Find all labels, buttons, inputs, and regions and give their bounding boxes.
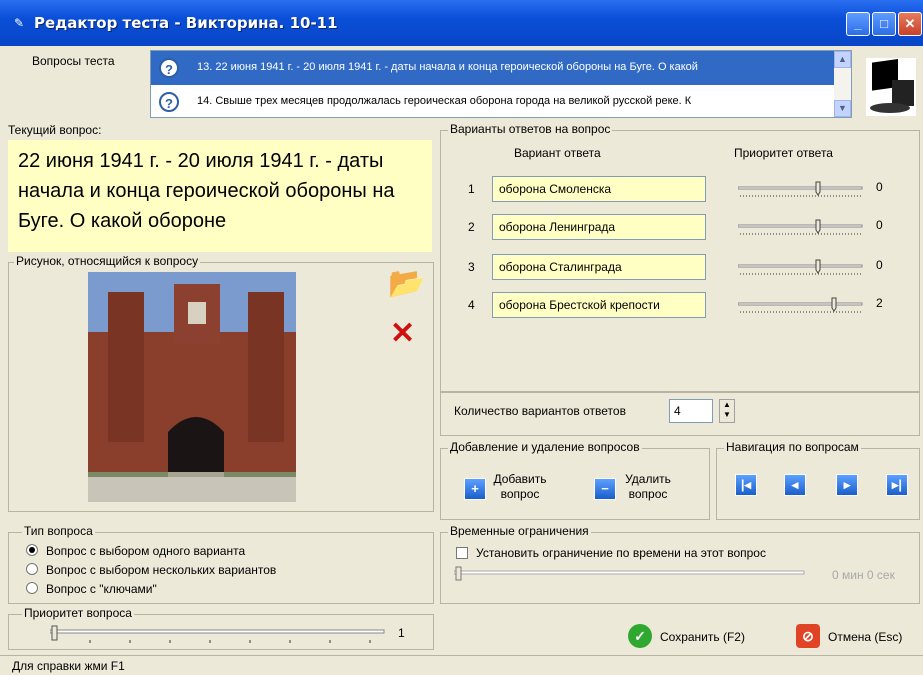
current-question-text[interactable]: 22 июня 1941 г. - 20 июля 1941 г. - даты… [8, 140, 432, 252]
answer-priority-value: 0 [876, 258, 883, 272]
answer-number: 4 [468, 298, 475, 312]
time-limit-checkbox-label: Установить ограничение по времени на это… [476, 546, 766, 560]
answer-priority-slider[interactable] [738, 180, 864, 200]
scroll-up-button[interactable]: ▲ [834, 51, 851, 68]
save-button[interactable]: Сохранить (F2) [660, 630, 745, 644]
remove-question-button[interactable]: Удалить вопрос [618, 472, 678, 502]
variant-count-label: Количество вариантов ответов [454, 404, 626, 418]
answer-number: 3 [468, 260, 475, 274]
question-priority-value: 1 [398, 626, 405, 640]
time-limit-slider[interactable] [454, 566, 814, 586]
answer-row: 1 оборона Смоленска 0 [454, 176, 894, 204]
navigation-label: Навигация по вопросам [724, 440, 861, 454]
answer-priority-slider[interactable] [738, 218, 864, 238]
current-question-label: Текущий вопрос: [8, 123, 102, 137]
question-item-selected[interactable]: ? 13. 22 июня 1941 г. - 20 июля 1941 г. … [151, 51, 835, 85]
status-bar: Для справки жми F1 [0, 655, 923, 675]
priority-column-header: Приоритет ответа [734, 146, 833, 160]
scroll-down-button[interactable]: ▼ [834, 100, 851, 117]
folder-open-icon[interactable]: 📂 [388, 266, 425, 301]
editor-window: ✎ Редактор теста - Викторина. 10-11 _ □ … [0, 0, 923, 675]
answer-input[interactable]: оборона Брестской крепости [492, 292, 706, 318]
answer-priority-value: 0 [876, 218, 883, 232]
answer-number: 1 [468, 182, 475, 196]
radio-multi-choice[interactable]: Вопрос с выбором нескольких вариантов [26, 563, 276, 577]
last-question-icon[interactable]: ▸| [886, 474, 908, 496]
question-icon: ? [159, 92, 179, 112]
computer-test-icon [866, 58, 916, 116]
answers-label: Варианты ответов на вопрос [448, 122, 613, 136]
answer-input[interactable]: оборона Смоленска [492, 176, 706, 202]
answer-input[interactable]: оборона Ленинграда [492, 214, 706, 240]
app-icon: ✎ [14, 16, 25, 30]
remove-question-icon[interactable]: − [594, 478, 616, 500]
answer-row: 3 оборона Сталинграда 0 [454, 254, 894, 282]
next-question-icon[interactable]: ▸ [836, 474, 858, 496]
add-question-icon[interactable]: + [464, 478, 486, 500]
add-question-button[interactable]: Добавить вопрос [490, 472, 550, 502]
answer-priority-slider[interactable] [738, 258, 864, 278]
question-item[interactable]: ? 14. Свыше трех месяцев продолжалась ге… [151, 85, 835, 117]
question-priority-label: Приоритет вопроса [22, 606, 134, 620]
maximize-button[interactable]: □ [872, 12, 896, 36]
questions-scrollbar[interactable]: ▲ ▼ [834, 51, 851, 117]
answer-priority-slider[interactable] [738, 296, 864, 316]
radio-keys[interactable]: Вопрос с "ключами" [26, 582, 157, 596]
close-button[interactable]: ✕ [898, 12, 922, 36]
question-icon: ? [159, 58, 179, 78]
answer-input[interactable]: оборона Сталинграда [492, 254, 706, 280]
cancel-button[interactable]: Отмена (Esc) [828, 630, 902, 644]
time-limit-readout: 0 мин 0 сек [832, 568, 895, 582]
prev-question-icon[interactable]: ◂ [784, 474, 806, 496]
window-title: Редактор теста - Викторина. 10-11 [34, 14, 338, 32]
answer-row: 4 оборона Брестской крепости 2 [454, 292, 894, 320]
questions-label: Вопросы теста [32, 54, 115, 68]
picture-label: Рисунок, относящийся к вопросу [14, 254, 201, 268]
answer-priority-value: 2 [876, 296, 883, 310]
time-limit-checkbox[interactable] [456, 547, 468, 559]
question-priority-slider[interactable] [50, 624, 390, 644]
answer-column-header: Вариант ответа [514, 146, 601, 160]
cancel-icon[interactable]: ⊘ [796, 624, 820, 648]
save-icon[interactable]: ✓ [628, 624, 652, 648]
questions-list[interactable]: ? 13. 22 июня 1941 г. - 20 июля 1941 г. … [150, 50, 852, 118]
question-type-label: Тип вопроса [22, 524, 95, 538]
variant-count-input[interactable]: 4 [669, 399, 713, 423]
delete-picture-icon[interactable]: ✕ [390, 316, 415, 351]
minimize-button[interactable]: _ [846, 12, 870, 36]
time-limits-label: Временные ограничения [448, 524, 591, 538]
question-picture [88, 272, 296, 502]
variant-count-spinner[interactable]: ▲ ▼ [719, 399, 735, 423]
first-question-icon[interactable]: |◂ [735, 474, 757, 496]
radio-single-choice[interactable]: Вопрос с выбором одного варианта [26, 544, 245, 558]
title-bar[interactable]: ✎ Редактор теста - Викторина. 10-11 _ □ … [0, 0, 923, 46]
answer-row: 2 оборона Ленинграда 0 [454, 214, 894, 242]
add-remove-label: Добавление и удаление вопросов [448, 440, 642, 454]
answer-number: 2 [468, 220, 475, 234]
answer-priority-value: 0 [876, 180, 883, 194]
